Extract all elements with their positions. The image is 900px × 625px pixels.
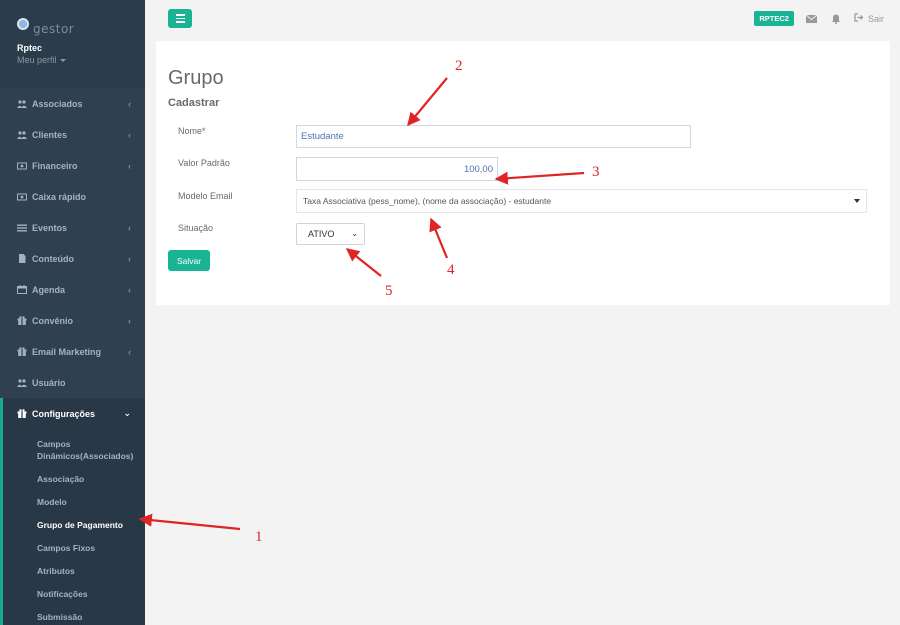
form-panel: Grupo Cadastrar Nome* Estudante Valor Pa… bbox=[156, 41, 890, 305]
money-icon bbox=[17, 162, 27, 170]
annotation-number-5: 5 bbox=[385, 283, 393, 299]
logo: gestor bbox=[17, 16, 145, 36]
chevron-left-icon: ‹ bbox=[128, 284, 131, 295]
submenu-item-modelo[interactable]: Modelo bbox=[3, 491, 145, 514]
sidebar-item-eventos[interactable]: Eventos ‹ bbox=[0, 212, 145, 243]
users-icon bbox=[17, 378, 27, 387]
envelope-icon[interactable] bbox=[806, 13, 818, 25]
users-icon bbox=[17, 130, 27, 139]
sidebar-item-label: Conteúdo bbox=[32, 253, 74, 264]
bell-icon[interactable] bbox=[830, 13, 842, 25]
submenu-item-notificacoes[interactable]: Notificações bbox=[3, 583, 145, 606]
sidebar: gestor Rptec Meu perfil Associados ‹ Cli… bbox=[0, 0, 145, 625]
logo-text: gestor bbox=[33, 22, 75, 36]
sidebar-item-label: Associados bbox=[32, 98, 83, 109]
valor-padrao-label: Valor Padrão bbox=[178, 158, 230, 168]
money-icon bbox=[17, 193, 27, 201]
sidebar-item-associados[interactable]: Associados ‹ bbox=[0, 88, 145, 119]
sidebar-item-label: Email Marketing bbox=[32, 346, 102, 357]
profile-area: gestor Rptec Meu perfil bbox=[0, 0, 145, 88]
modelo-email-value: Taxa Associativa (pess_nome), (nome da a… bbox=[303, 196, 552, 206]
sidebar-item-usuario[interactable]: Usuário bbox=[0, 367, 145, 398]
submenu-item-submissao[interactable]: Submissão bbox=[3, 606, 145, 625]
sidebar-item-label: Configurações bbox=[32, 408, 96, 419]
situacao-value: ATIVO bbox=[308, 229, 335, 239]
situacao-label: Situação bbox=[178, 223, 214, 233]
sidebar-item-agenda[interactable]: Agenda ‹ bbox=[0, 274, 145, 305]
user-name: Rptec bbox=[17, 43, 43, 53]
sidebar-menu: Associados ‹ Clientes ‹ Financeiro ‹ Cai… bbox=[0, 88, 145, 429]
gift-icon bbox=[17, 409, 27, 418]
chevron-left-icon: ‹ bbox=[128, 222, 131, 233]
sidebar-item-label: Eventos bbox=[32, 222, 68, 233]
logout-label: Sair bbox=[867, 13, 884, 24]
annotation-number-3: 3 bbox=[592, 164, 600, 180]
sidebar-item-email-marketing[interactable]: Email Marketing ‹ bbox=[0, 336, 145, 367]
nome-input[interactable]: Estudante bbox=[296, 125, 691, 148]
valor-padrao-input[interactable]: 100,00 bbox=[296, 157, 498, 181]
chevron-left-icon: ‹ bbox=[128, 315, 131, 326]
modelo-email-select[interactable]: Taxa Associativa (pess_nome), (nome da a… bbox=[296, 189, 867, 213]
page-subtitle: Cadastrar bbox=[168, 97, 220, 109]
sidebar-item-label: Caixa rápido bbox=[32, 191, 87, 202]
sidebar-item-configuracoes[interactable]: Configurações ⌄ bbox=[0, 398, 145, 429]
caret-down-icon bbox=[59, 59, 66, 63]
submenu-item-associacao[interactable]: Associação bbox=[3, 468, 145, 491]
sidebar-item-label: Usuário bbox=[32, 377, 66, 388]
sidebar-item-clientes[interactable]: Clientes ‹ bbox=[0, 119, 145, 150]
chevron-down-icon: ⌄ bbox=[351, 229, 358, 238]
nome-label: Nome* bbox=[178, 126, 206, 136]
list-icon bbox=[17, 224, 27, 232]
profile-menu-toggle[interactable]: Meu perfil bbox=[17, 55, 145, 65]
submenu-item-grupo-de-pagamento[interactable]: Grupo de Pagamento bbox=[3, 514, 145, 537]
sidebar-item-caixa-rapido[interactable]: Caixa rápido bbox=[0, 181, 145, 212]
page-title: Grupo bbox=[168, 67, 224, 89]
annotation-number-1: 1 bbox=[255, 529, 263, 545]
save-button[interactable]: Salvar bbox=[168, 250, 210, 271]
annotation-number-4: 4 bbox=[447, 262, 455, 278]
profile-link-label: Meu perfil bbox=[17, 55, 57, 65]
chevron-left-icon: ‹ bbox=[128, 129, 131, 140]
file-icon bbox=[17, 254, 27, 263]
logo-icon bbox=[17, 18, 29, 30]
situacao-select[interactable]: ATIVO ⌄ bbox=[296, 223, 365, 245]
sign-out-icon bbox=[854, 13, 864, 24]
logout-button[interactable]: Sair bbox=[854, 13, 884, 24]
chevron-left-icon: ‹ bbox=[128, 160, 131, 171]
org-badge[interactable]: RPTEC2 bbox=[754, 11, 794, 26]
gift-icon bbox=[17, 316, 27, 325]
sidebar-item-label: Agenda bbox=[32, 284, 66, 295]
hamburger-icon bbox=[175, 14, 185, 16]
chevron-down-icon: ⌄ bbox=[123, 408, 131, 418]
submenu-item-atributos[interactable]: Atributos bbox=[3, 560, 145, 583]
top-bar-actions: RPTEC2 Sair bbox=[754, 11, 884, 26]
annotation-arrow-1 bbox=[138, 513, 241, 531]
sidebar-item-convenio[interactable]: Convênio ‹ bbox=[0, 305, 145, 336]
sidebar-item-conteudo[interactable]: Conteúdo ‹ bbox=[0, 243, 145, 274]
chevron-left-icon: ‹ bbox=[128, 253, 131, 264]
sidebar-item-financeiro[interactable]: Financeiro ‹ bbox=[0, 150, 145, 181]
chevron-left-icon: ‹ bbox=[128, 346, 131, 357]
menu-toggle-button[interactable] bbox=[168, 9, 192, 28]
top-bar: RPTEC2 Sair bbox=[145, 0, 900, 41]
modelo-email-label: Modelo Email bbox=[178, 191, 233, 201]
users-icon bbox=[17, 99, 27, 108]
chevron-left-icon: ‹ bbox=[128, 98, 131, 109]
calendar-icon bbox=[17, 285, 27, 294]
submenu-item-campos-dinamicos[interactable]: Campos Dinâmicos(Associados) bbox=[3, 433, 145, 468]
sidebar-item-label: Convênio bbox=[32, 315, 74, 326]
configuracoes-submenu: Campos Dinâmicos(Associados) Associação … bbox=[0, 429, 145, 625]
caret-down-icon bbox=[854, 199, 860, 203]
sidebar-item-label: Financeiro bbox=[32, 160, 78, 171]
sidebar-item-label: Clientes bbox=[32, 129, 68, 140]
gift-icon bbox=[17, 347, 27, 356]
submenu-item-campos-fixos[interactable]: Campos Fixos bbox=[3, 537, 145, 560]
annotation-number-2: 2 bbox=[455, 58, 463, 74]
